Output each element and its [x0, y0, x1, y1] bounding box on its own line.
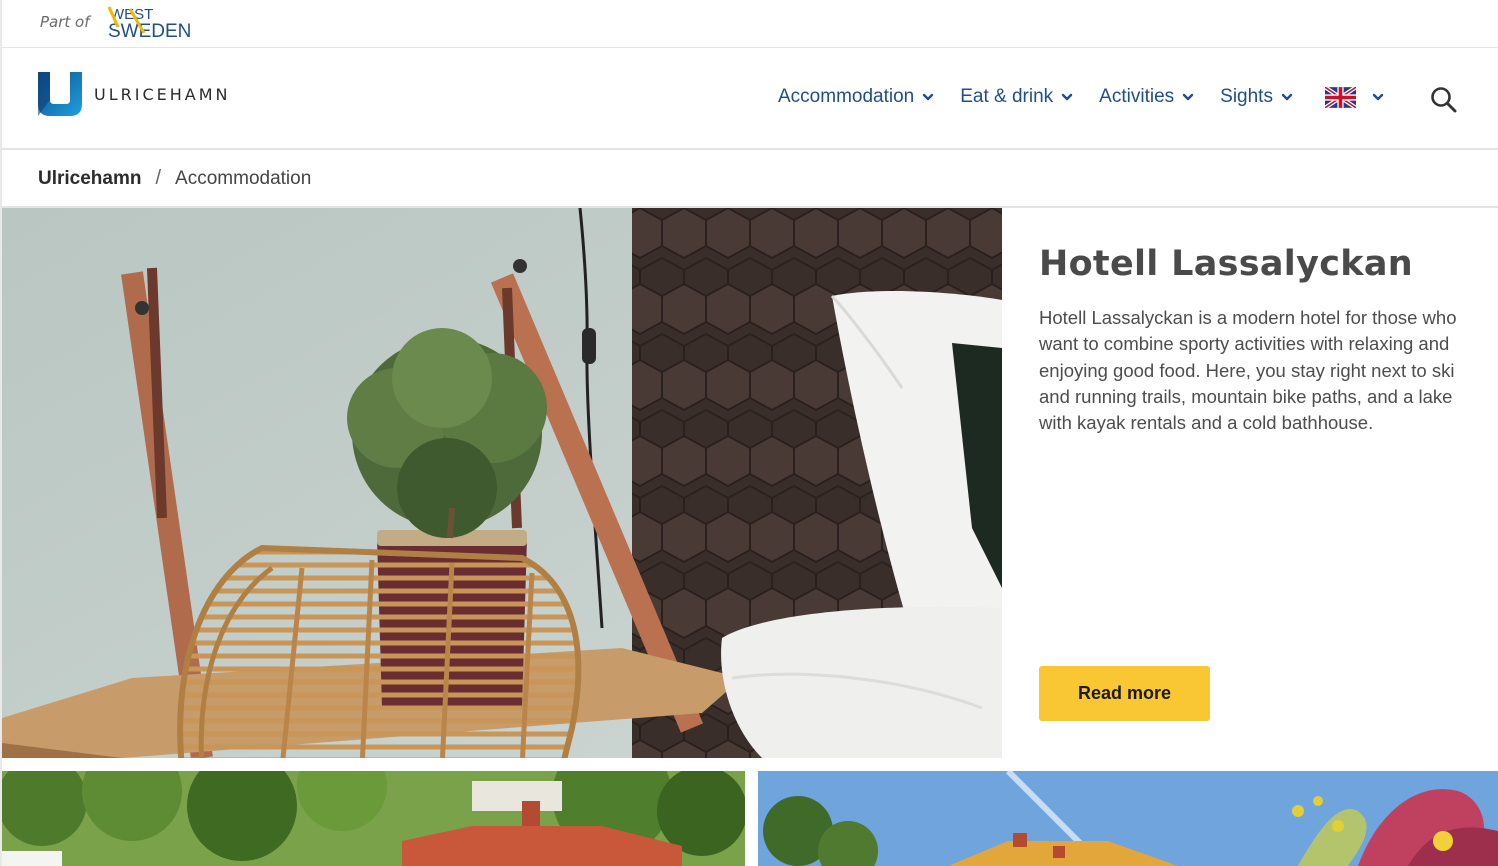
hotel-room-photo[interactable]: [2, 208, 1002, 758]
house-blue-sky-flowers-photo: [758, 771, 1498, 866]
breadcrumb-separator: /: [155, 167, 162, 189]
hero-title[interactable]: Hotell Lassalyckan: [1039, 244, 1413, 284]
breadcrumb-home-link[interactable]: Ulricehamn: [38, 168, 141, 190]
main-nav: Accommodation Eat & drink Activities Sig…: [778, 86, 1410, 108]
breadcrumb: Ulricehamn / Accommodation: [2, 150, 1498, 208]
chevron-down-icon: [1182, 93, 1194, 101]
uk-flag-icon: [1324, 86, 1356, 108]
nav-item-label: Accommodation: [778, 86, 915, 107]
card-image-trees-house[interactable]: [2, 771, 745, 866]
nav-item-activities[interactable]: Activities: [1099, 86, 1194, 108]
nav-item-label: Sights: [1220, 86, 1273, 107]
ulricehamn-logo-icon: [38, 72, 82, 116]
search-icon[interactable]: [1430, 86, 1458, 114]
logo-text: ULRICEHAMN: [94, 84, 231, 104]
chevron-down-icon: [1372, 93, 1384, 101]
part-of-label: Part of: [40, 13, 90, 31]
hero-description: Hotell Lassalyckan is a modern hotel for…: [1039, 307, 1457, 434]
site-logo[interactable]: ULRICEHAMN: [38, 72, 231, 116]
west-sweden-logo[interactable]: WEST SWEDEN: [106, 5, 190, 39]
language-selector[interactable]: [1324, 86, 1384, 108]
chevron-down-icon: [923, 93, 934, 101]
breadcrumb-current: Accommodation: [175, 167, 312, 189]
nav-item-label: Activities: [1099, 86, 1175, 107]
read-more-button[interactable]: Read more: [1039, 666, 1210, 721]
card-image-house-sky[interactable]: [758, 771, 1498, 866]
green-trees-house-photo: [2, 771, 745, 866]
hero-card: Hotell Lassalyckan Hotell Lassalyckan is…: [1002, 208, 1498, 758]
hero-image: [2, 208, 1002, 758]
chevron-down-icon: [1281, 93, 1293, 101]
nav-item-eat-drink[interactable]: Eat & drink: [960, 86, 1073, 108]
top-strip: Part of WEST SWEDEN: [2, 0, 1498, 48]
chevron-down-icon: [1061, 93, 1073, 101]
nav-item-sights[interactable]: Sights: [1220, 86, 1293, 108]
west-sweden-line2: SWEDEN: [108, 21, 190, 39]
site-header: ULRICEHAMN Accommodation Eat & drink Act…: [2, 48, 1498, 150]
nav-item-label: Eat & drink: [960, 86, 1054, 107]
nav-item-accommodation[interactable]: Accommodation: [778, 86, 934, 108]
